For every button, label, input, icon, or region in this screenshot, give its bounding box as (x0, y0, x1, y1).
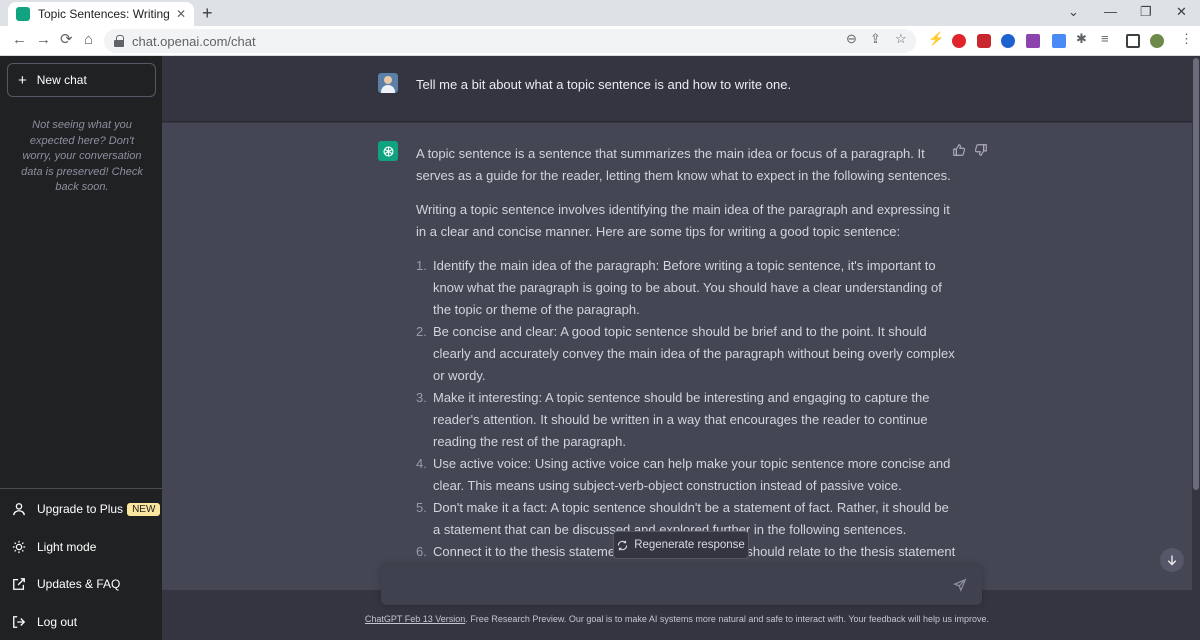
tab-search-chevron-icon[interactable]: ⌄ (1068, 4, 1079, 20)
bookmark-star-icon[interactable]: ☆ (895, 31, 907, 47)
list-item: 3. Make it interesting: A topic sentence … (416, 387, 956, 453)
sidebar-item-label: Upgrade to Plus (37, 502, 124, 516)
sidebar-item-label: Log out (37, 615, 78, 629)
tips-list: 1. Identify the main idea of the paragrap… (416, 255, 956, 563)
lock-icon (114, 35, 124, 47)
user-message-row: Tell me a bit about what a topic sentenc… (162, 56, 1192, 122)
list-text: Make it interesting: A topic sentence sh… (433, 390, 930, 449)
user-avatar (378, 73, 398, 93)
external-link-icon (13, 578, 25, 590)
chatgpt-logo-icon (378, 141, 398, 161)
docs-extension-icon[interactable] (1052, 34, 1066, 48)
user-message-text: Tell me a bit about what a topic sentenc… (416, 77, 792, 92)
assistant-message-text: A topic sentence is a sentence that summ… (416, 143, 956, 563)
list-number: 2. (416, 324, 427, 339)
regenerate-response-button[interactable]: Regenerate response (613, 531, 749, 559)
thumbs-up-icon[interactable] (952, 143, 966, 157)
arrow-down-icon (1167, 555, 1177, 566)
footer-disclaimer: ChatGPT Feb 13 Version. Free Research Pr… (162, 614, 1192, 624)
scroll-to-bottom-button[interactable] (1160, 548, 1184, 572)
browser-menu-icon[interactable]: ⋮ (1180, 31, 1193, 47)
thumbs-down-icon[interactable] (974, 143, 988, 157)
version-link[interactable]: ChatGPT Feb 13 Version (365, 614, 465, 624)
new-chat-button[interactable]: + New chat (7, 63, 156, 97)
feedback-buttons (952, 143, 988, 157)
prompt-box (381, 565, 982, 605)
list-text: Use active voice: Using active voice can… (433, 456, 951, 493)
sidebar-divider (0, 488, 162, 489)
browser-tabstrip: Topic Sentences: Writing Tips. ✕ + ⌄ — ❐… (0, 0, 1200, 26)
media-control-icon[interactable]: ≡ (1101, 31, 1109, 46)
send-icon[interactable] (953, 578, 967, 592)
plus-icon: + (18, 71, 27, 89)
sidebar-item-label: Updates & FAQ (37, 577, 121, 591)
new-tab-button[interactable]: + (202, 3, 213, 23)
tab-title: Topic Sentences: Writing Tips. (38, 7, 170, 21)
footer-text: . Free Research Preview. Our goal is to … (465, 614, 990, 624)
url-text: chat.openai.com/chat (132, 33, 256, 49)
profile-avatar[interactable] (1150, 34, 1164, 48)
blue-extension-icon[interactable] (1001, 34, 1015, 48)
sun-icon (12, 540, 26, 554)
list-item: 1. Identify the main idea of the paragrap… (416, 255, 956, 321)
back-button[interactable]: ← (12, 31, 27, 49)
browser-tab[interactable]: Topic Sentences: Writing Tips. ✕ (8, 2, 194, 26)
window-close-button[interactable]: ✕ (1176, 4, 1187, 20)
home-button[interactable]: ⌂ (84, 31, 93, 49)
adblock-extension-icon[interactable] (977, 34, 991, 48)
user-icon (13, 503, 25, 516)
opera-extension-icon[interactable] (952, 34, 966, 48)
extensions-puzzle-icon[interactable]: ✱ (1076, 31, 1087, 47)
response-paragraph: A topic sentence is a sentence that summ… (416, 146, 951, 183)
list-number: 5. (416, 500, 427, 515)
response-paragraph: Writing a topic sentence involves identi… (416, 202, 950, 239)
restore-button[interactable]: ❐ (1140, 4, 1152, 20)
forward-button[interactable]: → (36, 31, 51, 49)
sidebar-item-updates-faq[interactable]: Updates & FAQ (12, 577, 120, 591)
address-bar[interactable]: chat.openai.com/chat (104, 29, 916, 53)
prompt-input[interactable] (393, 575, 933, 595)
list-number: 1. (416, 258, 427, 273)
browser-toolbar: ← → ⟳ ⌂ chat.openai.com/chat ⊖ ⇪ ☆ ⚡ ✱ ≡… (0, 26, 1200, 56)
sidebar-item-light-mode[interactable]: Light mode (12, 540, 96, 554)
list-item: 4. Use active voice: Using active voice c… (416, 453, 956, 497)
sidebar: + New chat Not seeing what you expected … (0, 56, 162, 640)
chatgpt-favicon-icon (16, 7, 30, 21)
list-number: 6. (416, 544, 427, 559)
list-text: Identify the main idea of the paragraph:… (433, 258, 942, 317)
sidebar-item-upgrade[interactable]: Upgrade to Plus NEW (12, 502, 161, 516)
side-panel-icon[interactable] (1126, 34, 1140, 48)
tab-close-icon[interactable]: ✕ (176, 7, 186, 21)
new-badge: NEW (127, 502, 161, 516)
regenerate-label: Regenerate response (634, 539, 745, 551)
logout-icon (13, 616, 26, 628)
library-extension-icon[interactable] (1026, 34, 1040, 48)
sidebar-item-log-out[interactable]: Log out (12, 615, 77, 629)
scrollbar-thumb[interactable] (1193, 58, 1199, 490)
assistant-message-row: A topic sentence is a sentence that summ… (162, 123, 1192, 590)
list-number: 3. (416, 390, 427, 405)
reload-button[interactable]: ⟳ (60, 31, 73, 49)
sidebar-item-label: Light mode (37, 540, 97, 554)
zoom-icon[interactable]: ⊖ (846, 31, 857, 47)
history-hint: Not seeing what you expected here? Don't… (21, 119, 143, 193)
list-number: 4. (416, 456, 427, 471)
minimize-button[interactable]: — (1104, 4, 1117, 19)
refresh-icon (618, 540, 628, 550)
list-item: 2. Be concise and clear: A good topic sen… (416, 321, 956, 387)
list-text: Be concise and clear: A good topic sente… (433, 324, 955, 383)
share-icon[interactable]: ⇪ (870, 31, 881, 47)
lightning-extension-icon[interactable]: ⚡ (928, 31, 944, 47)
new-chat-label: New chat (36, 73, 87, 87)
